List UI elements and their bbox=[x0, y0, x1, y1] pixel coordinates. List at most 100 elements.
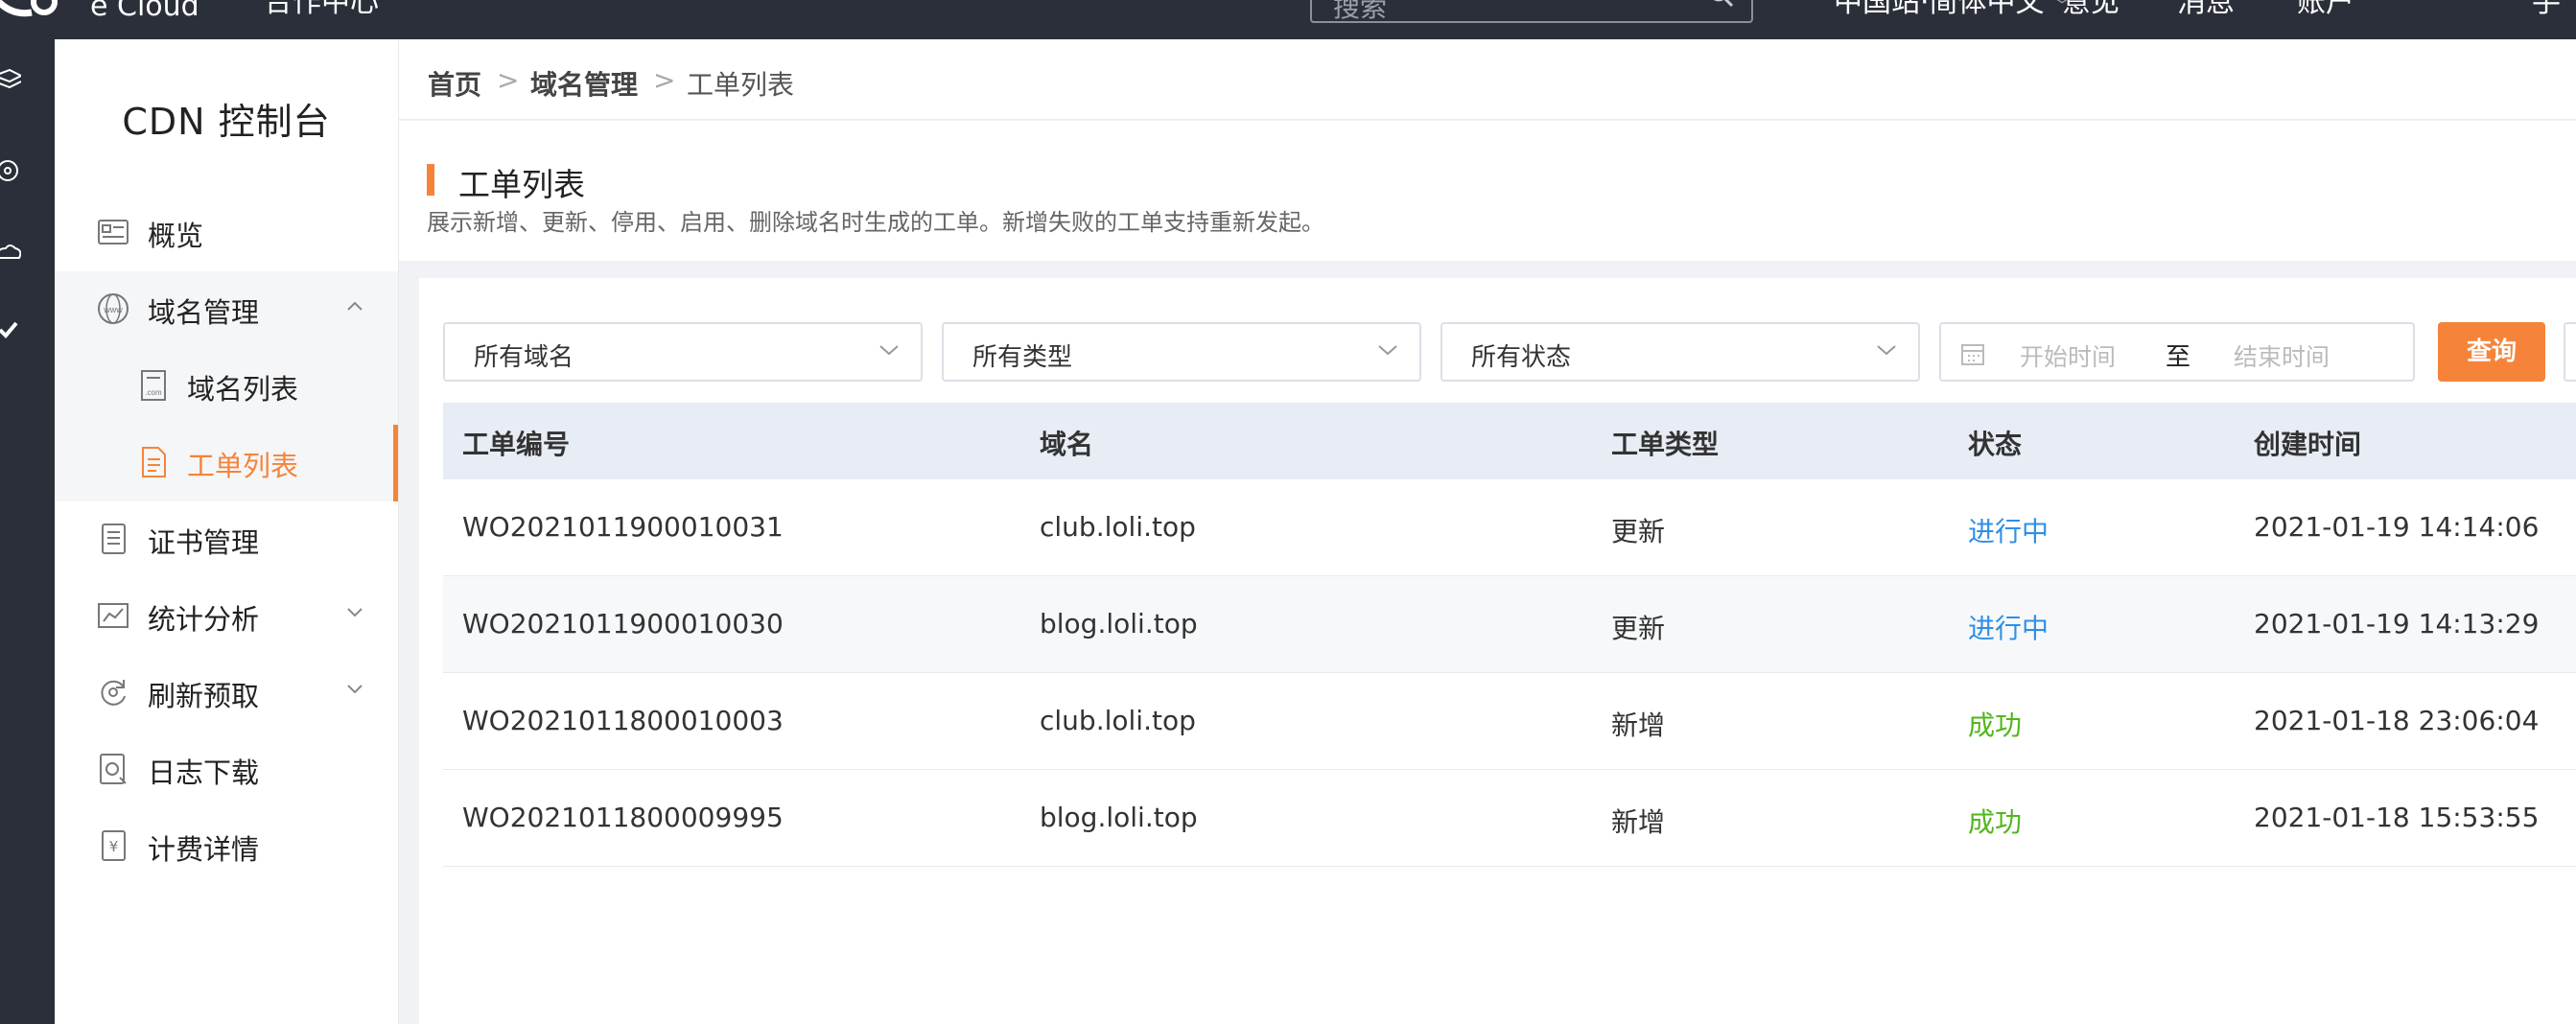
sidebar-item-label: 刷新预取 bbox=[148, 680, 260, 712]
refresh-icon bbox=[101, 680, 126, 706]
more-actions-button[interactable] bbox=[2564, 322, 2576, 382]
sidebar-item-ticket-list[interactable]: 工单列表 bbox=[55, 425, 398, 501]
status-badge: 进行中 bbox=[1968, 516, 2049, 547]
breadcrumb-current: 工单列表 bbox=[687, 69, 795, 101]
table-row[interactable]: WO2021011900010030 blog.loli.top 更新 进行中 … bbox=[443, 576, 2576, 673]
logo-text: e Cloud bbox=[90, 0, 199, 23]
logo-icon[interactable] bbox=[0, 0, 75, 22]
status-filter-value: 所有状态 bbox=[1471, 343, 1572, 372]
top-nav-cooperation[interactable]: 合作中心 bbox=[264, 0, 379, 19]
status-badge: 进行中 bbox=[1968, 613, 2049, 644]
ticket-domain: club.loli.top bbox=[1040, 705, 1196, 736]
sidebar: CDN 控制台 概览 www 域名管理 .com 域名列表 工单列表 证书管理 … bbox=[55, 39, 399, 1024]
region-label: 中国站·简体中文 bbox=[1834, 0, 2045, 19]
www-globe-icon: www bbox=[98, 293, 129, 324]
chevron-down-icon bbox=[1877, 345, 1896, 356]
sidebar-item-label: 计费详情 bbox=[148, 833, 260, 866]
ticket-domain: blog.loli.top bbox=[1040, 802, 1198, 833]
sidebar-item-label: 工单列表 bbox=[187, 450, 299, 482]
chevron-up-icon bbox=[347, 301, 363, 311]
ticket-created-time: 2021-01-18 15:53:55 bbox=[2254, 802, 2540, 833]
sidebar-item-label: 概览 bbox=[148, 220, 204, 252]
ticket-created-time: 2021-01-19 14:14:06 bbox=[2254, 511, 2540, 543]
query-button[interactable]: 查询 bbox=[2438, 322, 2545, 382]
sidebar-item-refresh-prefetch[interactable]: 刷新预取 bbox=[55, 655, 398, 732]
breadcrumb-home[interactable]: 首页 bbox=[428, 64, 481, 103]
breadcrumb: 首页 > 域名管理 > 工单列表 bbox=[399, 39, 2576, 120]
overview-icon bbox=[98, 220, 129, 244]
ticket-created-time: 2021-01-18 23:06:04 bbox=[2254, 705, 2540, 736]
sidebar-item-label: 域名列表 bbox=[187, 373, 299, 406]
top-link-messages[interactable]: 消息 bbox=[2177, 0, 2235, 19]
chart-icon bbox=[98, 603, 129, 628]
table-row[interactable]: WO2021011800009995 blog.loli.top 新增 成功 2… bbox=[443, 770, 2576, 867]
check-icon[interactable] bbox=[0, 315, 21, 344]
status-filter-select[interactable]: 所有状态 bbox=[1440, 322, 1920, 382]
layers-icon[interactable] bbox=[0, 68, 21, 97]
chevron-down-icon bbox=[1378, 345, 1397, 356]
sidebar-item-domain-management[interactable]: www 域名管理 bbox=[55, 271, 398, 348]
icon-rail bbox=[0, 39, 55, 1024]
date-range-picker[interactable]: 开始时间 至 结束时间 bbox=[1939, 322, 2415, 382]
status-badge: 成功 bbox=[1968, 710, 2023, 741]
document-icon bbox=[142, 447, 166, 477]
ticket-type: 新增 bbox=[1611, 806, 1666, 838]
ticket-domain: blog.loli.top bbox=[1040, 608, 1198, 640]
ticket-id: WO2021011900010031 bbox=[462, 511, 784, 543]
table-row[interactable]: WO2021011800010003 club.loli.top 新增 成功 2… bbox=[443, 673, 2576, 770]
calendar-icon bbox=[1961, 344, 1984, 365]
chevron-down-icon bbox=[879, 345, 899, 356]
top-link-account[interactable]: 账户 bbox=[2297, 0, 2354, 19]
cloud-icon[interactable] bbox=[0, 239, 21, 268]
ticket-id: WO2021011900010030 bbox=[462, 608, 784, 640]
column-header-created-time: 创建时间 bbox=[2254, 429, 2362, 460]
column-header-domain: 域名 bbox=[1040, 429, 1094, 460]
sidebar-item-certificates[interactable]: 证书管理 bbox=[55, 501, 398, 578]
end-date-input[interactable]: 结束时间 bbox=[2234, 338, 2330, 373]
column-header-status: 状态 bbox=[1968, 429, 2023, 460]
sidebar-item-label: 证书管理 bbox=[148, 526, 260, 559]
ticket-id: WO2021011800010003 bbox=[462, 705, 784, 736]
table-row[interactable]: WO2021011900010031 club.loli.top 更新 进行中 … bbox=[443, 479, 2576, 576]
domain-filter-select[interactable]: 所有域名 bbox=[443, 322, 923, 382]
sidebar-item-statistics[interactable]: 统计分析 bbox=[55, 578, 398, 655]
domain-filter-value: 所有域名 bbox=[474, 343, 574, 372]
svg-text:www: www bbox=[103, 305, 123, 314]
search-icon[interactable] bbox=[1709, 0, 1734, 8]
top-link-feedback[interactable]: 意见 bbox=[2062, 0, 2119, 19]
sidebar-item-domain-list[interactable]: .com 域名列表 bbox=[55, 348, 398, 425]
sidebar-item-label: 统计分析 bbox=[148, 603, 260, 636]
sidebar-item-log-download[interactable]: 日志下载 bbox=[55, 732, 398, 808]
column-header-ticket-type: 工单类型 bbox=[1611, 429, 1720, 460]
network-icon[interactable] bbox=[0, 156, 21, 185]
yen-document-icon: ¥ bbox=[102, 830, 126, 861]
table-header: 工单编号 域名 工单类型 状态 创建时间 bbox=[443, 403, 2576, 479]
chevron-down-icon bbox=[347, 685, 363, 694]
sidebar-title: CDN 控制台 bbox=[122, 101, 331, 143]
dotcom-doc-icon: .com bbox=[141, 370, 166, 401]
breadcrumb-separator: > bbox=[497, 64, 520, 96]
sidebar-item-overview[interactable]: 概览 bbox=[55, 195, 398, 271]
sidebar-item-billing[interactable]: ¥ 计费详情 bbox=[55, 808, 398, 885]
breadcrumb-domain-management[interactable]: 域名管理 bbox=[530, 64, 638, 103]
top-link-more[interactable]: 手 bbox=[2532, 0, 2561, 19]
search-placeholder: 搜索 bbox=[1333, 0, 1388, 23]
sidebar-item-label: 日志下载 bbox=[148, 756, 260, 789]
ticket-table: 工单编号 域名 工单类型 状态 创建时间 WO2021011900010031 … bbox=[443, 403, 2576, 867]
region-selector[interactable]: 中国站·简体中文 ﹀ bbox=[1834, 0, 2071, 23]
title-accent-bar bbox=[427, 164, 434, 196]
breadcrumb-separator: > bbox=[653, 64, 676, 96]
start-date-input[interactable]: 开始时间 bbox=[2020, 338, 2116, 373]
type-filter-select[interactable]: 所有类型 bbox=[942, 322, 1421, 382]
ticket-created-time: 2021-01-19 14:13:29 bbox=[2254, 608, 2540, 640]
page-title: 工单列表 bbox=[458, 166, 585, 203]
ticket-type: 更新 bbox=[1611, 516, 1666, 547]
search-input[interactable]: 搜索 bbox=[1310, 0, 1753, 23]
ticket-id: WO2021011800009995 bbox=[462, 802, 784, 833]
sidebar-item-label: 域名管理 bbox=[148, 296, 260, 329]
type-filter-value: 所有类型 bbox=[972, 343, 1073, 372]
svg-text:¥: ¥ bbox=[109, 838, 119, 855]
chevron-down-icon bbox=[347, 608, 363, 617]
certificate-icon bbox=[102, 524, 126, 554]
top-bar: e Cloud 合作中心 搜索 中国站·简体中文 ﹀ 意见 消息 账户 手 bbox=[0, 0, 2576, 39]
